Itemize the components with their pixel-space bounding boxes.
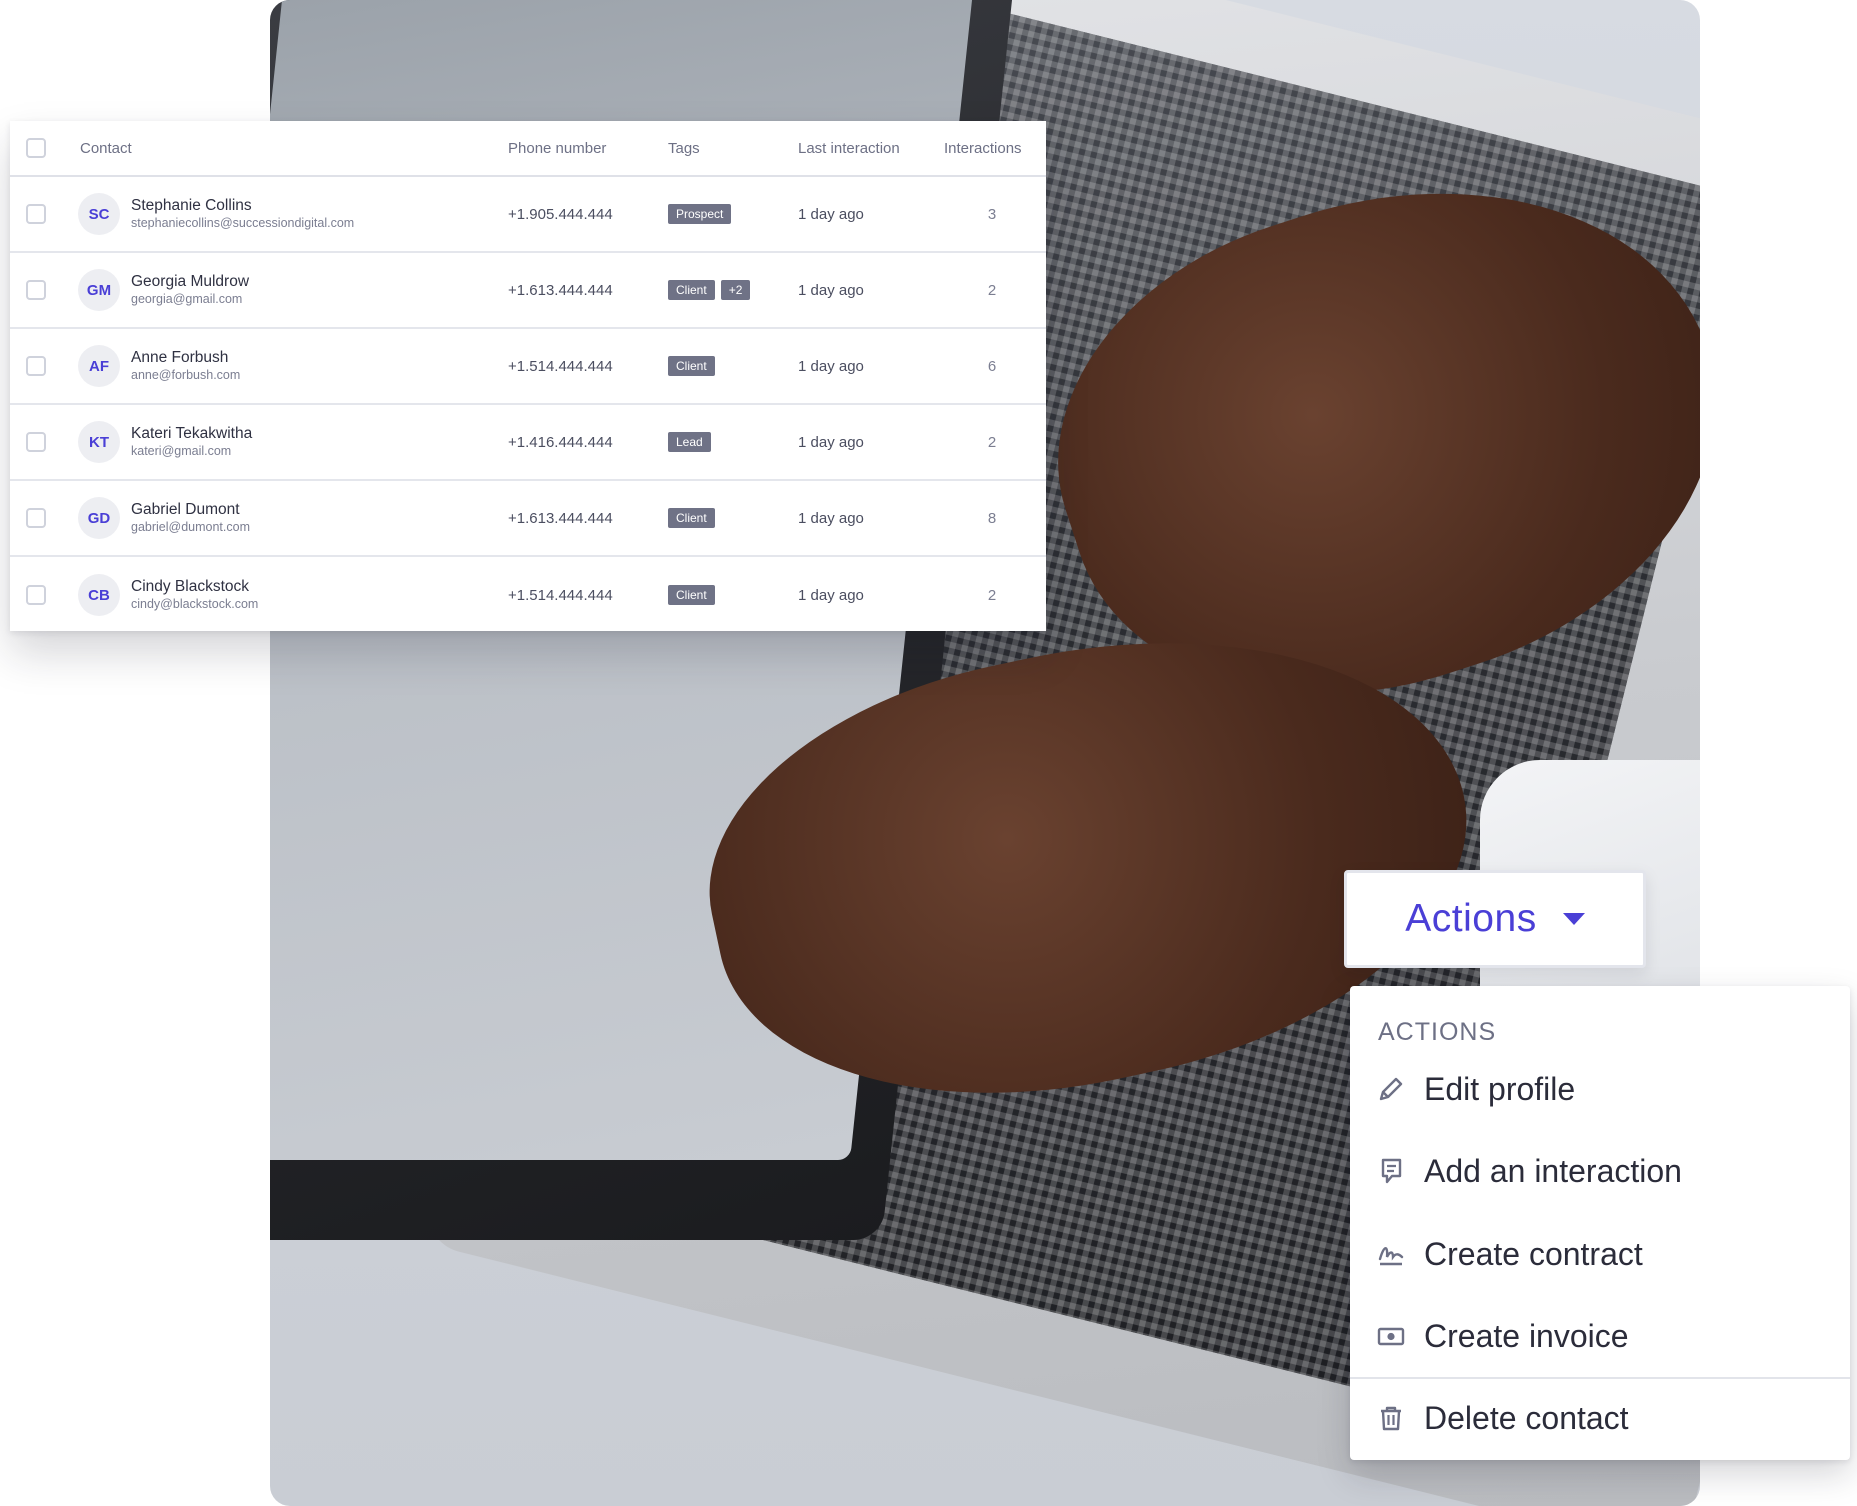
row-checkbox[interactable]: [26, 432, 46, 452]
column-header-last-interaction[interactable]: Last interaction: [798, 121, 900, 175]
contact-email: kateri@gmail.com: [131, 444, 232, 458]
interaction-count: 3: [987, 205, 997, 223]
note-icon: [1381, 1158, 1402, 1184]
interaction-count: 8: [987, 509, 997, 527]
contact-name[interactable]: Gabriel Dumont: [131, 501, 250, 519]
tag-badge[interactable]: Client: [668, 356, 715, 376]
table-row[interactable]: SC Stephanie Collins stephaniecollins@su…: [10, 177, 1046, 253]
select-all-checkbox[interactable]: [26, 138, 46, 158]
avatar: KT: [78, 421, 120, 463]
signature-icon: [1378, 1247, 1404, 1266]
phone-number: +1.613.444.444: [508, 281, 613, 299]
table-row[interactable]: AF Anne Forbush anne@forbush.com +1.514.…: [10, 329, 1046, 405]
interaction-count: 6: [987, 357, 997, 375]
column-header-contact[interactable]: Contact: [80, 121, 132, 175]
column-header-interactions[interactable]: Interactions: [944, 121, 1022, 175]
tag-badge[interactable]: Client: [668, 585, 715, 605]
cash-icon: [1377, 1327, 1405, 1346]
avatar: AF: [78, 345, 120, 387]
table-row[interactable]: CB Cindy Blackstock cindy@blackstock.com…: [10, 557, 1046, 633]
avatar: SC: [78, 193, 120, 235]
tag-badge[interactable]: Prospect: [668, 204, 732, 224]
trash-icon: [1381, 1406, 1401, 1431]
interaction-count: 2: [987, 281, 997, 299]
last-interaction: 1 day ago: [798, 586, 864, 604]
contact-email: anne@forbush.com: [131, 368, 241, 382]
menu-item-delete-contact[interactable]: Delete contact: [1350, 1387, 1850, 1449]
column-header-phone[interactable]: Phone number: [508, 121, 606, 175]
menu-item-edit-profile[interactable]: Edit profile: [1350, 1058, 1850, 1120]
menu-item-label: Delete contact: [1424, 1399, 1629, 1436]
menu-item-add-interaction[interactable]: Add an interaction: [1350, 1140, 1850, 1202]
contact-name[interactable]: Anne Forbush: [131, 349, 240, 367]
tag-badge[interactable]: Lead: [668, 432, 711, 452]
avatar: CB: [78, 574, 120, 616]
menu-heading: ACTIONS: [1378, 1018, 1497, 1046]
phone-number: +1.905.444.444: [508, 205, 613, 223]
table-header-row: Contact Phone number Tags Last interacti…: [10, 121, 1046, 177]
contacts-table: Contact Phone number Tags Last interacti…: [10, 121, 1046, 631]
contact-name[interactable]: Stephanie Collins: [131, 197, 354, 215]
chevron-down-icon: [1562, 913, 1585, 925]
menu-item-label: Add an interaction: [1424, 1152, 1682, 1189]
contact-email: stephaniecollins@successiondigital.com: [131, 216, 355, 230]
row-checkbox[interactable]: [26, 356, 46, 376]
last-interaction: 1 day ago: [798, 357, 864, 375]
menu-item-create-invoice[interactable]: Create invoice: [1350, 1305, 1850, 1367]
menu-divider: [1350, 1377, 1850, 1379]
avatar: GD: [78, 497, 120, 539]
pencil-icon: [1379, 1077, 1403, 1101]
avatar: GM: [78, 269, 120, 311]
phone-number: +1.514.444.444: [508, 586, 613, 604]
row-checkbox[interactable]: [26, 280, 46, 300]
menu-item-label: Create invoice: [1424, 1317, 1629, 1354]
menu-item-create-contract[interactable]: Create contract: [1350, 1223, 1850, 1285]
interaction-count: 2: [987, 586, 997, 604]
row-checkbox[interactable]: [26, 585, 46, 605]
table-row[interactable]: GD Gabriel Dumont gabriel@dumont.com +1.…: [10, 481, 1046, 557]
phone-number: +1.613.444.444: [508, 509, 613, 527]
last-interaction: 1 day ago: [798, 281, 864, 299]
contact-email: cindy@blackstock.com: [131, 597, 259, 611]
interaction-count: 2: [987, 433, 997, 451]
table-row[interactable]: GM Georgia Muldrow georgia@gmail.com +1.…: [10, 253, 1046, 329]
last-interaction: 1 day ago: [798, 205, 864, 223]
menu-item-label: Edit profile: [1424, 1070, 1576, 1107]
contact-email: georgia@gmail.com: [131, 292, 243, 306]
last-interaction: 1 day ago: [798, 509, 864, 527]
tag-more-badge[interactable]: +2: [720, 280, 751, 300]
contact-name[interactable]: Kateri Tekakwitha: [131, 425, 252, 443]
row-checkbox[interactable]: [26, 508, 46, 528]
contact-name[interactable]: Georgia Muldrow: [131, 273, 249, 291]
contact-name[interactable]: Cindy Blackstock: [131, 578, 258, 596]
column-header-tags[interactable]: Tags: [668, 121, 700, 175]
actions-button-label: Actions: [1405, 897, 1537, 940]
row-checkbox[interactable]: [26, 204, 46, 224]
menu-item-label: Create contract: [1424, 1235, 1643, 1272]
contact-email: gabriel@dumont.com: [131, 520, 250, 534]
actions-menu: ACTIONS Edit profile Add an interaction …: [1350, 986, 1850, 1460]
table-row[interactable]: KT Kateri Tekakwitha kateri@gmail.com +1…: [10, 405, 1046, 481]
phone-number: +1.416.444.444: [508, 433, 613, 451]
tag-badge[interactable]: Client: [668, 280, 715, 300]
phone-number: +1.514.444.444: [508, 357, 613, 375]
tag-badge[interactable]: Client: [668, 508, 715, 528]
actions-dropdown-button[interactable]: Actions: [1344, 870, 1646, 968]
last-interaction: 1 day ago: [798, 433, 864, 451]
